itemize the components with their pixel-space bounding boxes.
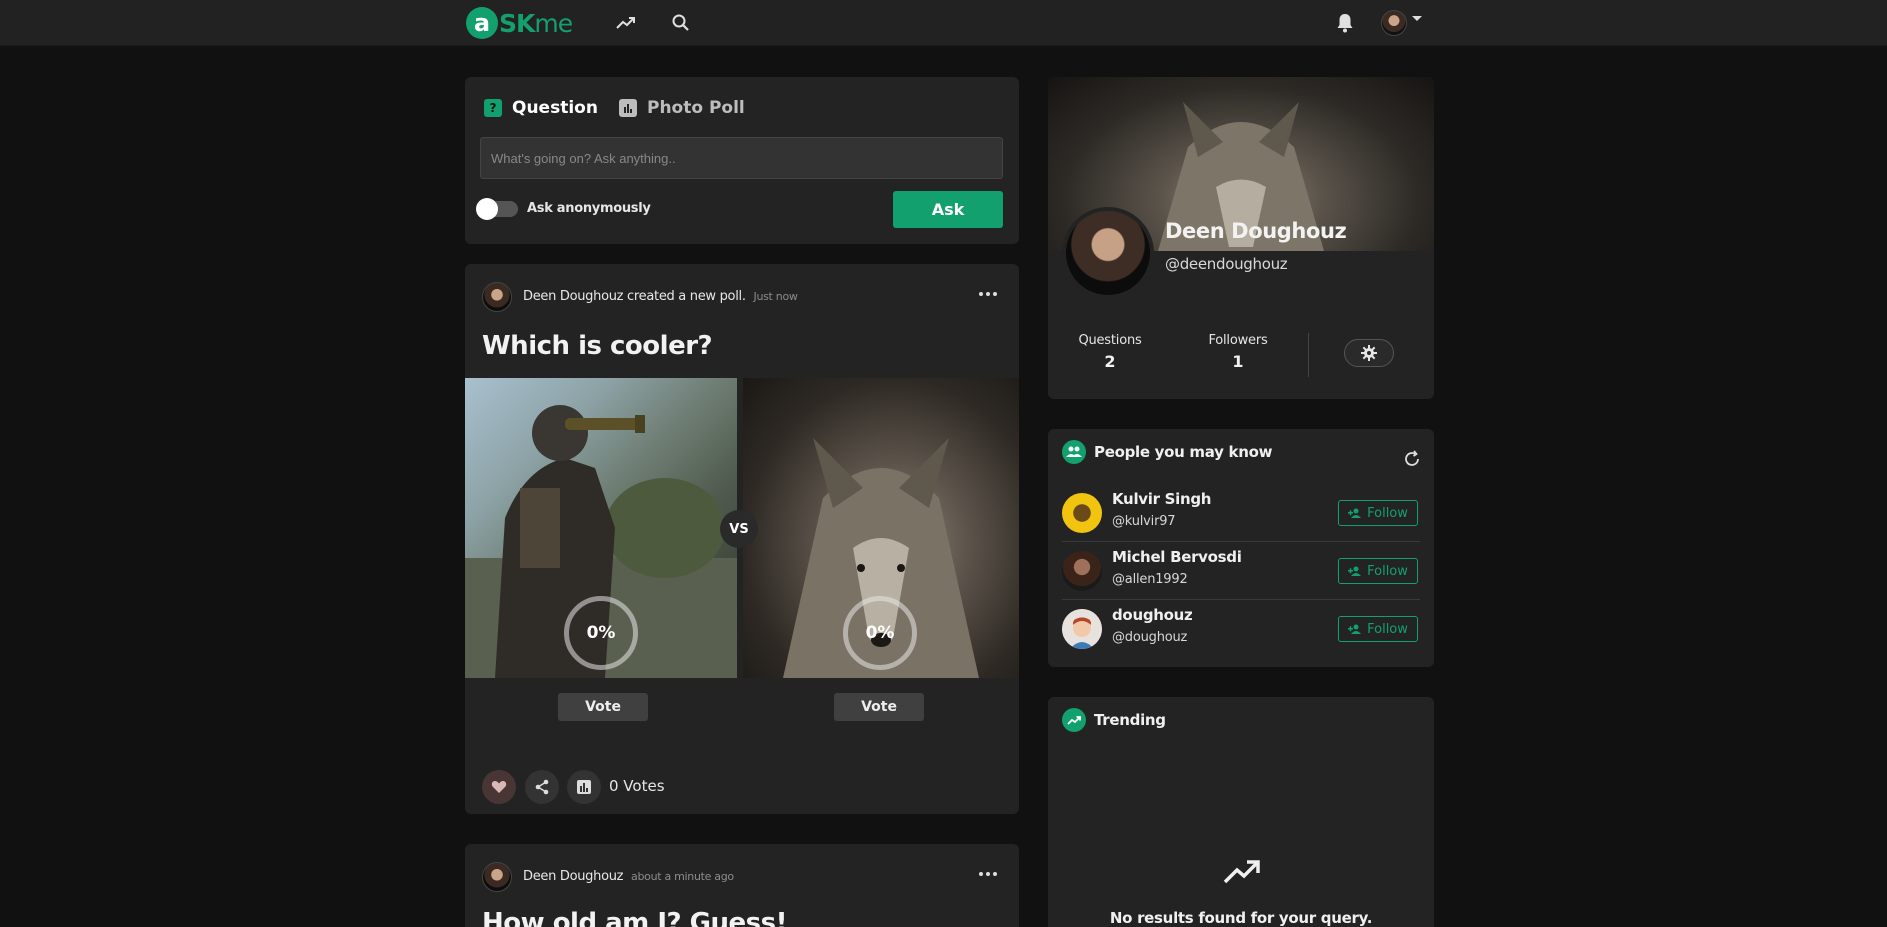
suggested-user: Kulvir Singh @kulvir97 Follow	[1062, 482, 1420, 540]
post-title[interactable]: How old am I? Guess!	[482, 908, 787, 927]
post-time: Just now	[753, 290, 798, 303]
tab-photo-poll[interactable]: Photo Poll	[619, 97, 745, 119]
share-icon	[535, 779, 549, 795]
follow-label: Follow	[1367, 563, 1408, 579]
tab-question[interactable]: ? Question	[484, 97, 598, 119]
follow-button[interactable]: Follow	[1338, 616, 1418, 642]
chevron-down-icon[interactable]	[1412, 16, 1422, 21]
suggested-user-handle: @doughouz	[1112, 630, 1188, 645]
more-options-icon[interactable]	[977, 290, 999, 298]
search-icon[interactable]	[669, 11, 693, 35]
stat-value: 1	[1232, 352, 1244, 371]
poll-percent-2: 0%	[843, 596, 917, 670]
top-navbar: a SK me	[0, 0, 1887, 46]
question-composer: ? Question Photo Poll Ask anonymously As…	[465, 77, 1019, 244]
vote-button-2[interactable]: Vote	[834, 693, 924, 721]
post-time: about a minute ago	[631, 870, 734, 883]
logo-text-sk: SK	[499, 8, 535, 38]
vote-button-1[interactable]: Vote	[558, 693, 648, 721]
toggle-knob	[476, 198, 498, 220]
settings-button[interactable]	[1344, 339, 1394, 367]
poll-option-image-2[interactable]: 0%	[743, 378, 1019, 678]
suggested-user: Michel Bervosdi @allen1992 Follow	[1062, 540, 1420, 598]
follow-button[interactable]: Follow	[1338, 500, 1418, 526]
add-user-icon	[1348, 508, 1362, 518]
stat-label: Followers	[1208, 333, 1268, 348]
user-avatar[interactable]	[1381, 10, 1407, 36]
people-you-may-know: People you may know Kulvir Singh @kulvir…	[1048, 429, 1434, 667]
post-author-avatar[interactable]	[482, 282, 512, 312]
question-input[interactable]	[480, 137, 1003, 179]
share-button[interactable]	[525, 770, 559, 804]
stats-button[interactable]	[567, 770, 601, 804]
suggested-user-handle: @kulvir97	[1112, 514, 1176, 529]
anonymous-label: Ask anonymously	[527, 201, 651, 216]
cartoon-avatar[interactable]	[1062, 609, 1102, 649]
post-author-name[interactable]: Deen Doughouz	[523, 869, 624, 884]
anonymous-toggle[interactable]	[476, 198, 518, 220]
bar-chart-icon	[577, 780, 591, 794]
add-user-icon	[1348, 624, 1362, 634]
people-icon	[1062, 440, 1086, 464]
suggested-user: doughouz @doughouz Follow	[1062, 598, 1420, 656]
tab-question-label: Question	[512, 98, 598, 118]
vs-badge: VS	[720, 510, 758, 548]
follow-button[interactable]: Follow	[1338, 558, 1418, 584]
follow-label: Follow	[1367, 621, 1408, 637]
sunflower-avatar[interactable]	[1062, 493, 1102, 533]
like-button[interactable]	[482, 770, 516, 804]
stat-label: Questions	[1078, 333, 1142, 348]
trending-empty-icon	[1223, 860, 1260, 884]
trending-empty-text: No results found for your query.	[1109, 909, 1373, 927]
stat-questions[interactable]: Questions 2	[1070, 333, 1150, 371]
more-options-icon[interactable]	[977, 870, 999, 878]
poll-option-image-1[interactable]: 0%	[465, 378, 737, 678]
poll-icon	[619, 99, 637, 117]
poll-percent-1: 0%	[564, 596, 638, 670]
post-author-name[interactable]: Deen Doughouz	[523, 289, 624, 304]
question-post: Deen Doughouz about a minute ago How old…	[465, 844, 1019, 927]
askme-logo[interactable]: a SK me	[466, 6, 573, 40]
suggested-user-name[interactable]: doughouz	[1112, 606, 1193, 624]
suggested-user-name[interactable]: Kulvir Singh	[1112, 490, 1211, 508]
post-action: created a new poll.	[627, 289, 746, 304]
user-avatar[interactable]	[1062, 551, 1102, 591]
stat-value: 2	[1104, 352, 1116, 371]
tab-photo-poll-label: Photo Poll	[647, 98, 745, 118]
suggested-user-handle: @allen1992	[1112, 572, 1188, 587]
post-meta: Deen Doughouz about a minute ago	[523, 869, 734, 884]
poll-post: Deen Doughouz created a new poll. Just n…	[465, 264, 1019, 814]
post-meta: Deen Doughouz created a new poll. Just n…	[523, 289, 798, 304]
logo-mark: a	[466, 7, 498, 39]
ask-button[interactable]: Ask	[893, 191, 1003, 228]
trending-badge-icon	[1062, 708, 1086, 732]
logo-text-me: me	[534, 8, 573, 38]
follow-label: Follow	[1367, 505, 1408, 521]
stat-followers[interactable]: Followers 1	[1198, 333, 1278, 371]
profile-avatar[interactable]	[1062, 207, 1154, 299]
post-title: Which is cooler?	[482, 331, 713, 361]
trending-card: Trending No results found for your query…	[1048, 697, 1434, 927]
add-user-icon	[1348, 566, 1362, 576]
gear-icon	[1361, 345, 1377, 361]
stat-divider	[1308, 333, 1309, 377]
bell-icon[interactable]	[1333, 11, 1357, 35]
profile-handle: @deendoughouz	[1165, 255, 1288, 273]
question-icon: ?	[484, 99, 502, 117]
post-author-avatar[interactable]	[482, 862, 512, 892]
trending-title: Trending	[1094, 711, 1166, 729]
refresh-icon[interactable]	[1403, 450, 1421, 468]
people-title: People you may know	[1094, 443, 1273, 461]
votes-count: 0 Votes	[609, 777, 665, 795]
heart-icon	[491, 780, 507, 793]
profile-card: Deen Doughouz @deendoughouz Questions 2 …	[1048, 77, 1434, 399]
suggested-user-name[interactable]: Michel Bervosdi	[1112, 548, 1242, 566]
profile-name[interactable]: Deen Doughouz	[1165, 219, 1347, 243]
trending-icon[interactable]	[614, 11, 638, 35]
